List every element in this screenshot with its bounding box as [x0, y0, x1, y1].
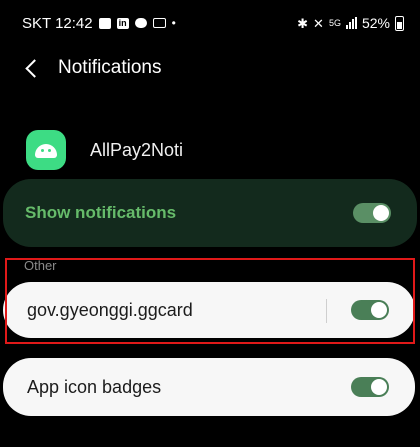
- linkedin-icon: in: [116, 17, 129, 29]
- signal-icon: [345, 17, 357, 29]
- mute-icon: ✕: [313, 15, 324, 31]
- status-bar: SKT 12:42 in • ✱ ✕ 5G 52%: [0, 0, 420, 46]
- dot-icon: •: [171, 16, 176, 30]
- message-icon: [98, 17, 111, 29]
- status-left: SKT 12:42 in •: [22, 15, 176, 32]
- header: Notifications: [0, 46, 420, 90]
- app-icon-badges-row[interactable]: App icon badges: [3, 358, 415, 416]
- battery-icon: [395, 15, 404, 31]
- android-app-icon: [26, 130, 66, 170]
- show-notifications-row[interactable]: Show notifications: [3, 179, 417, 247]
- app-info: AllPay2Noti: [26, 130, 183, 170]
- bluetooth-icon: ✱: [297, 15, 309, 31]
- battery-percent: 52%: [361, 15, 390, 31]
- status-right: ✱ ✕ 5G 52%: [297, 15, 404, 31]
- app-icon-badges-label: App icon badges: [27, 376, 162, 397]
- card-icon: [152, 18, 166, 28]
- app-name: AllPay2Noti: [90, 139, 184, 160]
- page-title: Notifications: [58, 57, 162, 78]
- show-notifications-label: Show notifications: [25, 203, 177, 222]
- highlight-box: [5, 258, 415, 344]
- app-icon-badges-toggle[interactable]: [351, 377, 389, 397]
- chat-icon: [134, 18, 147, 28]
- carrier-time: SKT 12:42: [22, 14, 93, 32]
- 5g-icon: 5G: [328, 17, 341, 28]
- show-notifications-toggle[interactable]: [353, 203, 391, 223]
- back-arrow-icon[interactable]: [22, 58, 42, 78]
